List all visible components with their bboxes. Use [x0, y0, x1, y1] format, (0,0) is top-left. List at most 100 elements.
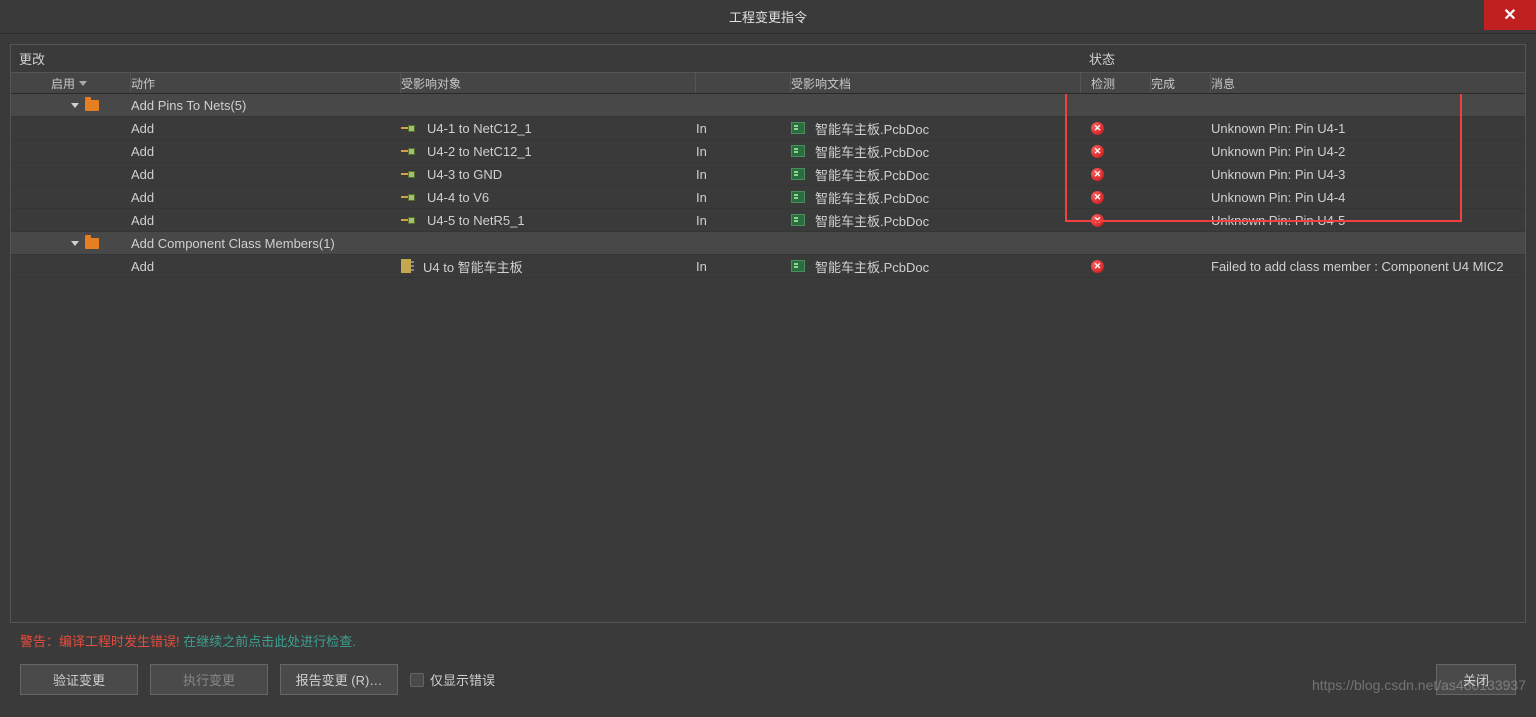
chevron-down-icon [79, 81, 87, 86]
expand-arrow-icon [71, 241, 79, 246]
cell-doc: 智能车主板.PcbDoc [815, 119, 929, 138]
only-errors-label: 仅显示错误 [430, 670, 495, 689]
error-icon: ✕ [1091, 168, 1104, 181]
pin-icon [401, 147, 417, 155]
only-errors-checkbox[interactable] [410, 673, 424, 687]
cell-object: U4-3 to GND [427, 167, 502, 182]
error-icon: ✕ [1091, 214, 1104, 227]
col-done-label: 完成 [1151, 75, 1175, 92]
folder-icon [85, 238, 99, 249]
pcbdoc-icon [791, 191, 805, 203]
error-icon: ✕ [1091, 191, 1104, 204]
warning-prefix: 警告：编译工程时发生错误! [20, 634, 180, 649]
changes-panel: 更改 状态 启用 动作 受影响对象 受影响文档 检测 完成 消息 [10, 44, 1526, 623]
folder-icon [85, 100, 99, 111]
pcbdoc-icon [791, 168, 805, 180]
cell-msg: Unknown Pin: Pin U4-4 [1211, 186, 1525, 208]
titlebar: 工程变更指令 ✕ [0, 0, 1536, 34]
pcbdoc-icon [791, 214, 805, 226]
error-icon: ✕ [1091, 260, 1104, 273]
cell-in: In [696, 140, 791, 162]
dialog-title: 工程变更指令 [729, 7, 807, 26]
cell-action: Add [131, 140, 401, 162]
cell-action: Add [131, 117, 401, 139]
col-in-spacer [696, 73, 791, 93]
dialog-content: 更改 状态 启用 动作 受影响对象 受影响文档 检测 完成 消息 [0, 34, 1536, 717]
col-enable[interactable]: 启用 [11, 73, 131, 93]
validate-button[interactable]: 验证变更 [20, 664, 138, 695]
cell-action: Add [131, 255, 401, 277]
pin-icon [401, 216, 417, 224]
col-action-label: 动作 [131, 75, 155, 92]
pcbdoc-icon [791, 260, 805, 272]
only-errors-option[interactable]: 仅显示错误 [410, 670, 495, 689]
table-row[interactable]: Add U4-2 to NetC12_1 In 智能车主板.PcbDoc ✕ U… [11, 140, 1525, 163]
cell-msg: Unknown Pin: Pin U4-5 [1211, 209, 1525, 231]
pin-icon [401, 170, 417, 178]
group-label: Add Component Class Members(1) [131, 232, 401, 254]
cell-doc: 智能车主板.PcbDoc [815, 257, 929, 276]
section-changes-label: 更改 [11, 45, 1081, 72]
group-row[interactable]: Add Component Class Members(1) [11, 232, 1525, 255]
warning-bar: 警告：编译工程时发生错误! 在继续之前点击此处进行检查. [10, 623, 1526, 658]
col-check[interactable]: 检测 [1081, 73, 1151, 93]
cell-action: Add [131, 163, 401, 185]
cell-doc: 智能车主板.PcbDoc [815, 165, 929, 184]
warning-link[interactable]: 在继续之前点击此处进行检查. [183, 634, 356, 649]
cell-doc: 智能车主板.PcbDoc [815, 142, 929, 161]
cell-object: U4-1 to NetC12_1 [427, 121, 532, 136]
cell-object: U4-5 to NetR5_1 [427, 213, 525, 228]
cell-in: In [696, 186, 791, 208]
col-msg-label: 消息 [1211, 75, 1235, 92]
col-check-label: 检测 [1091, 75, 1115, 92]
button-bar: 验证变更 执行变更 报告变更 (R)… 仅显示错误 关闭 [10, 658, 1526, 707]
pin-icon [401, 193, 417, 201]
col-object-label: 受影响对象 [401, 75, 461, 92]
close-button[interactable]: ✕ [1484, 0, 1536, 30]
table-row[interactable]: Add U4-1 to NetC12_1 In 智能车主板.PcbDoc ✕ U… [11, 117, 1525, 140]
error-icon: ✕ [1091, 145, 1104, 158]
component-icon [401, 259, 411, 273]
cell-object: U4-2 to NetC12_1 [427, 144, 532, 159]
col-object[interactable]: 受影响对象 [401, 73, 696, 93]
table-row[interactable]: Add U4-3 to GND In 智能车主板.PcbDoc ✕ Unknow… [11, 163, 1525, 186]
col-done[interactable]: 完成 [1151, 73, 1211, 93]
grid-body: Add Pins To Nets(5) Add U4-1 to NetC12_1… [11, 94, 1525, 622]
cell-msg: Unknown Pin: Pin U4-2 [1211, 140, 1525, 162]
cell-action: Add [131, 186, 401, 208]
cell-in: In [696, 117, 791, 139]
expand-arrow-icon [71, 103, 79, 108]
cell-object: U4 to 智能车主板 [423, 257, 523, 276]
group-row[interactable]: Add Pins To Nets(5) [11, 94, 1525, 117]
eco-dialog: 工程变更指令 ✕ 更改 状态 启用 动作 受影响对象 受影响文档 检测 完成 [0, 0, 1536, 717]
pin-icon [401, 124, 417, 132]
report-button[interactable]: 报告变更 (R)… [280, 664, 398, 695]
col-doc[interactable]: 受影响文档 [791, 73, 1081, 93]
grid-header: 启用 动作 受影响对象 受影响文档 检测 完成 消息 [11, 72, 1525, 94]
section-status-label: 状态 [1081, 45, 1123, 72]
execute-button[interactable]: 执行变更 [150, 664, 268, 695]
col-msg[interactable]: 消息 [1211, 73, 1525, 93]
table-row[interactable]: Add U4-4 to V6 In 智能车主板.PcbDoc ✕ Unknown… [11, 186, 1525, 209]
cell-in: In [696, 163, 791, 185]
error-icon: ✕ [1091, 122, 1104, 135]
col-action[interactable]: 动作 [131, 73, 401, 93]
cell-msg: Unknown Pin: Pin U4-3 [1211, 163, 1525, 185]
cell-action: Add [131, 209, 401, 231]
col-doc-label: 受影响文档 [791, 75, 851, 92]
cell-in: In [696, 255, 791, 277]
pcbdoc-icon [791, 145, 805, 157]
pcbdoc-icon [791, 122, 805, 134]
col-enable-label: 启用 [51, 75, 75, 92]
cell-doc: 智能车主板.PcbDoc [815, 188, 929, 207]
group-label: Add Pins To Nets(5) [131, 94, 401, 116]
table-row[interactable]: Add U4-5 to NetR5_1 In 智能车主板.PcbDoc ✕ Un… [11, 209, 1525, 232]
close-dialog-button[interactable]: 关闭 [1436, 664, 1516, 695]
cell-in: In [696, 209, 791, 231]
table-row[interactable]: Add U4 to 智能车主板 In 智能车主板.PcbDoc ✕ Failed… [11, 255, 1525, 278]
cell-msg: Failed to add class member : Component U… [1211, 255, 1525, 277]
cell-msg: Unknown Pin: Pin U4-1 [1211, 117, 1525, 139]
cell-object: U4-4 to V6 [427, 190, 489, 205]
cell-doc: 智能车主板.PcbDoc [815, 211, 929, 230]
close-icon: ✕ [1503, 5, 1516, 25]
